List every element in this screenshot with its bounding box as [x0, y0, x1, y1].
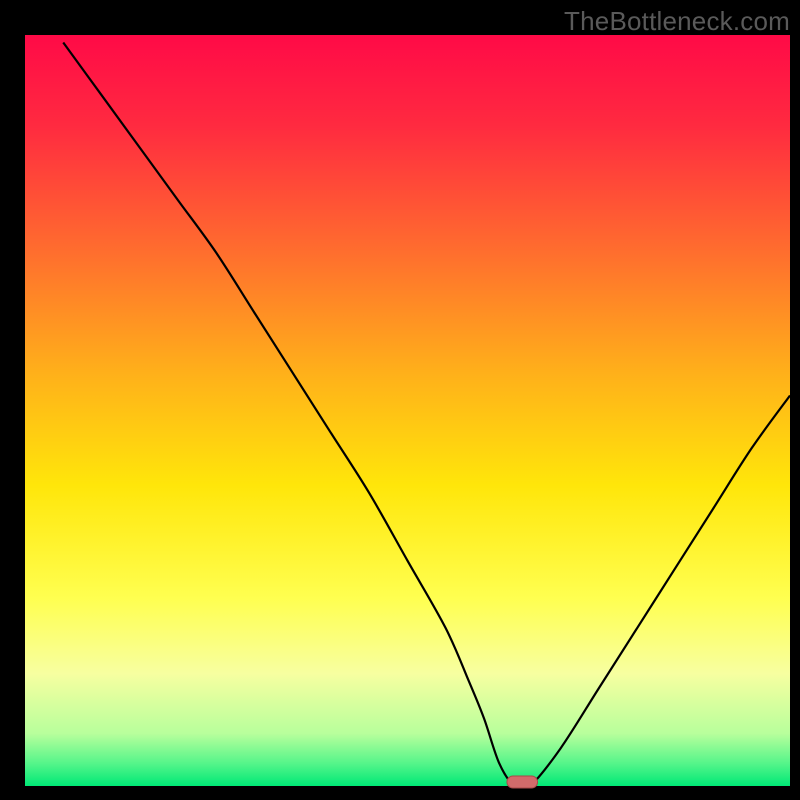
watermark-text: TheBottleneck.com — [564, 6, 790, 37]
chart-frame: TheBottleneck.com — [0, 0, 800, 800]
bottleneck-chart — [0, 0, 800, 800]
optimum-marker — [507, 776, 538, 788]
